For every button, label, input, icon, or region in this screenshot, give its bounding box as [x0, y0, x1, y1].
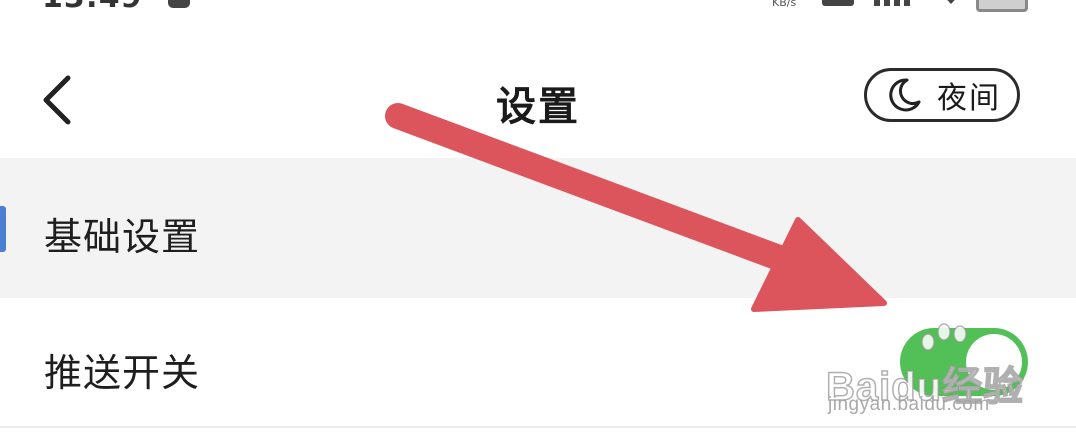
- push-settings-row: 推送开关: [0, 298, 1076, 428]
- basic-settings-label: 基础设置: [44, 215, 201, 259]
- network-activity-icon: [728, 0, 758, 6]
- status-bar: 13:49 KB/s: [0, 0, 1076, 14]
- moon-icon: [889, 78, 921, 112]
- notification-icon: [168, 0, 190, 8]
- basic-settings-section[interactable]: 基础设置: [0, 158, 1076, 298]
- night-mode-label: 夜间: [937, 81, 1001, 116]
- push-toggle-label: 推送开关: [44, 351, 201, 395]
- status-speed-unit: KB/s: [772, 0, 797, 9]
- header: 设置 夜间: [0, 40, 1076, 158]
- battery-icon: [976, 0, 1028, 12]
- signal-icon: [874, 0, 910, 6]
- status-time: 13:49: [42, 0, 143, 14]
- wifi-icon: [947, 0, 955, 4]
- hd-icon: [822, 0, 854, 6]
- night-mode-button[interactable]: 夜间: [864, 68, 1020, 122]
- section-indicator: [0, 206, 6, 252]
- toggle-knob: [966, 334, 1022, 390]
- push-toggle-switch[interactable]: [900, 328, 1028, 396]
